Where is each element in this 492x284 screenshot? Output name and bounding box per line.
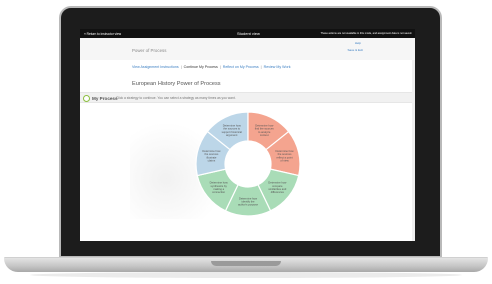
page-title: European History Power of Process (132, 81, 221, 87)
assignment-header: Power of Process Help Save & Exit (80, 38, 415, 60)
save-exit-link[interactable]: Save & Exit (347, 48, 363, 52)
help-link[interactable]: Help (355, 41, 361, 45)
my-process-bar: My Process Click a strategy to continue.… (80, 92, 415, 103)
laptop-notch (211, 261, 281, 266)
strategy-wheel: Determine how the sources to support histo… (195, 111, 301, 217)
wheel-center (226, 142, 270, 186)
step-reflect[interactable]: Reflect on My Process (223, 65, 259, 69)
step-continue-process[interactable]: Continue My Process (184, 65, 218, 69)
scrollbar[interactable] (412, 60, 415, 241)
strategy-label: Determine how synthesize by making a connec… (210, 181, 228, 195)
laptop-shadow (30, 272, 462, 278)
view-mode-label: Student view (237, 31, 260, 36)
process-name: My Process (92, 95, 118, 101)
process-instruction: Click a strategy to continue. You can se… (116, 96, 236, 101)
assignment-title: Power of Process (132, 48, 167, 53)
step-navigation: View Assignment Instructions | Continue My… (132, 65, 291, 69)
preview-notice: These actions are not available in this … (320, 31, 412, 35)
step-view-instructions[interactable]: View Assignment Instructions (132, 65, 179, 69)
laptop-frame: « Return to instructor view Student view… (0, 0, 492, 284)
progress-ring-icon (83, 95, 90, 102)
top-bar: « Return to instructor view Student view… (80, 29, 415, 38)
return-instructor-link[interactable]: « Return to instructor view (84, 32, 121, 36)
step-review-work[interactable]: Review My Work (264, 65, 291, 69)
laptop-screen: « Return to instructor view Student view… (80, 29, 415, 241)
